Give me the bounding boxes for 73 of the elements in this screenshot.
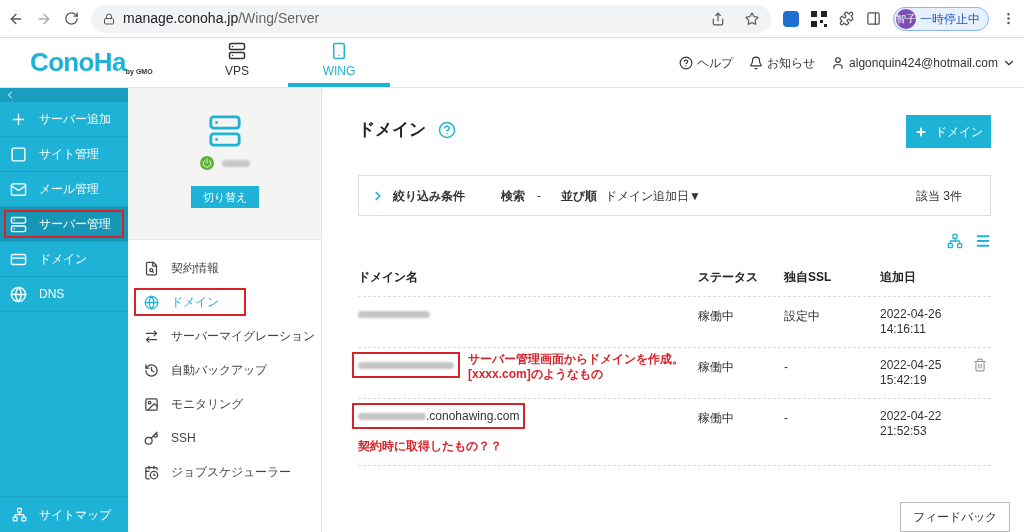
phone-icon — [330, 41, 348, 60]
blurred-name-bar — [358, 310, 430, 318]
column-header: ステータス — [698, 269, 759, 286]
profile-button[interactable]: 智子 一時停止中 — [893, 6, 989, 31]
column-header: 追加日 — [880, 269, 917, 286]
search-value: - — [537, 187, 541, 205]
profile-status: 一時停止中 — [920, 10, 980, 28]
page-title: ドメイン — [358, 119, 426, 141]
mail-icon — [10, 180, 27, 198]
lock-icon — [103, 12, 115, 25]
filter-bar[interactable]: 絞り込み条件 検索 - 並び順 ドメイン追加日▼ 該当 3件 — [358, 175, 991, 216]
result-count: 該当 3件 — [916, 187, 962, 205]
submenu-item[interactable]: SSH — [134, 421, 321, 455]
ssl-cell-text: 設定中 — [784, 308, 821, 325]
header-link[interactable]: algonquin424@hotmail.com — [831, 53, 1016, 72]
history-icon — [144, 362, 159, 378]
reload-icon[interactable] — [64, 11, 79, 26]
header-link[interactable]: ヘルプ — [679, 53, 734, 72]
globe-icon — [144, 294, 159, 310]
sort-label: 並び順 — [561, 187, 597, 205]
submenu-item[interactable]: 契約情報 — [134, 251, 321, 285]
window-icon — [10, 145, 27, 163]
qr-code-icon[interactable] — [811, 10, 827, 27]
submenu-item[interactable]: モニタリング — [134, 387, 321, 421]
plus-icon — [914, 125, 927, 138]
sort-value[interactable]: ドメイン追加日▼ — [605, 186, 701, 205]
submenu-item[interactable]: 自動バックアップ — [134, 353, 321, 387]
user-icon — [831, 55, 846, 70]
date-cell: 2022-04-25 15:42:19 — [880, 358, 942, 388]
image-icon — [144, 396, 159, 412]
server-icon — [207, 114, 242, 148]
ssl-cell-text: - — [784, 359, 789, 376]
date-cell-text: 2022-04-22 21:52:53 — [880, 409, 942, 440]
server-icon — [228, 41, 246, 60]
column-header: ドメイン名 — [358, 269, 419, 286]
status-cell-text: 稼働中 — [698, 308, 735, 325]
avatar: 智子 — [896, 8, 916, 29]
column-header: 独自SSL — [784, 269, 833, 286]
bell-icon — [749, 55, 764, 70]
help-icon — [679, 55, 694, 70]
transfer-icon — [144, 328, 159, 344]
side-panel-icon[interactable] — [866, 11, 881, 26]
header-link[interactable]: お知らせ — [749, 53, 816, 72]
trash-icon[interactable] — [973, 358, 987, 372]
submenu-item[interactable]: サーバーマイグレーション — [134, 319, 321, 353]
puzzle-icon[interactable] — [839, 11, 854, 26]
key-icon — [144, 430, 159, 446]
star-icon[interactable] — [745, 11, 759, 26]
nav-tab[interactable]: VPS — [186, 38, 288, 87]
date-cell: 2022-04-26 14:16:11 — [880, 307, 942, 337]
filter-label: 絞り込み条件 — [393, 187, 465, 205]
search-label: 検索 — [501, 187, 525, 205]
domain-suffix: .conohawing.com — [426, 408, 520, 425]
blurred-name-bar — [221, 159, 250, 167]
address-bar[interactable]: manage.conoha.jp/Wing/Server — [91, 4, 771, 33]
status-cell-text: 稼働中 — [698, 410, 735, 427]
domain-name-cell[interactable]: .conohawing.com — [352, 403, 526, 429]
calendar-clock-icon — [144, 464, 159, 480]
url-text: manage.conoha.jp/Wing/Server — [123, 9, 320, 28]
document-search-icon — [144, 260, 159, 276]
sitemap-icon — [12, 507, 27, 522]
blurred-name-bar — [358, 412, 426, 420]
feedback-button[interactable]: フィードバック — [900, 502, 1010, 532]
server-icon — [10, 215, 27, 233]
annotation-note: サーバー管理画面からドメインを作成。 [xxxx.com]のようなもの — [468, 352, 684, 382]
ssl-cell-text: - — [784, 410, 789, 427]
submenu-item[interactable]: ジョブスケジューラー — [134, 455, 321, 489]
annotation-note: 契約時に取得したもの？？ — [358, 438, 502, 455]
extension-icon[interactable] — [783, 10, 799, 27]
status-cell-text: 稼働中 — [698, 359, 735, 376]
globe-icon — [10, 285, 27, 303]
share-icon[interactable] — [711, 11, 725, 26]
domain-name-cell[interactable] — [352, 352, 460, 378]
